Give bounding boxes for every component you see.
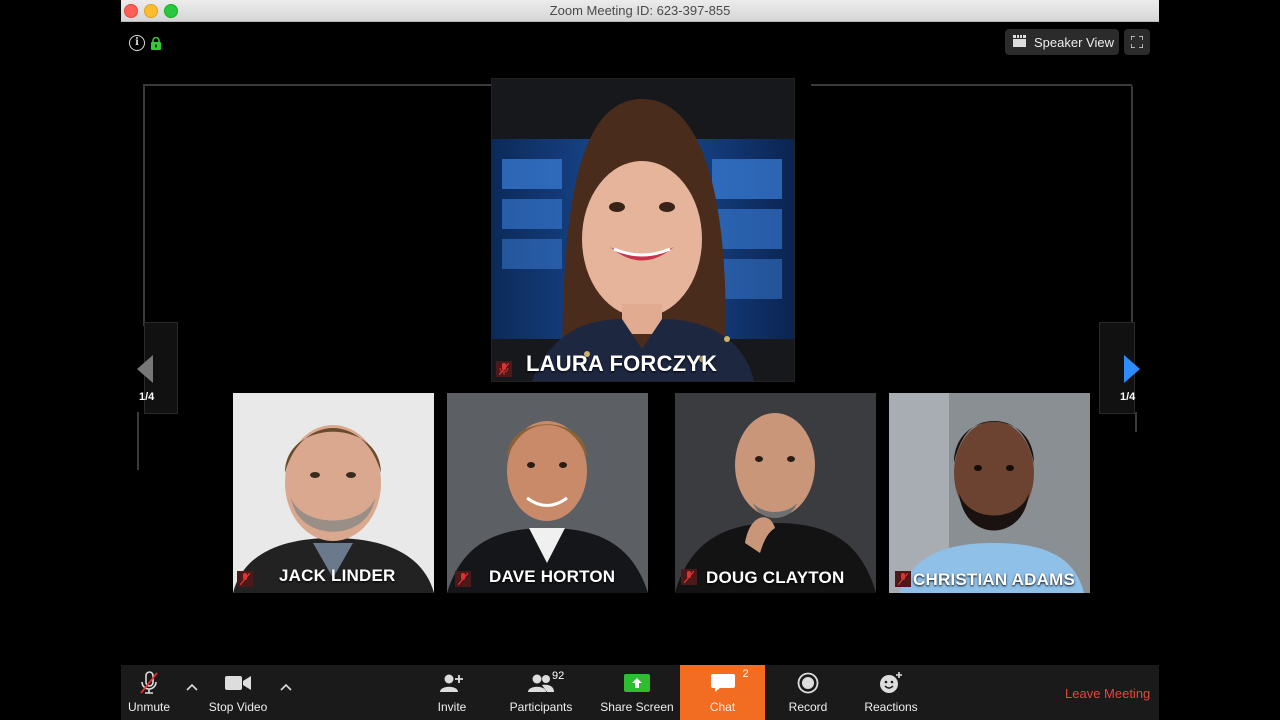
participants-icon: 92 — [528, 670, 564, 696]
unmute-label: Unmute — [127, 700, 171, 714]
record-icon — [797, 670, 819, 696]
invite-button[interactable]: Invite — [427, 665, 477, 720]
participant-video-2[interactable]: DAVE HORTON — [447, 393, 648, 593]
muted-mic-icon — [681, 569, 697, 585]
speaker-view-label: Speaker View — [1034, 34, 1114, 50]
frame-line — [143, 86, 145, 326]
title-bar: Zoom Meeting ID: 623-397-855 — [121, 0, 1159, 22]
participant-video-image — [447, 393, 648, 593]
stop-video-button[interactable]: Stop Video — [207, 665, 269, 720]
frame-line — [143, 84, 491, 86]
meeting-info-area: i — [129, 31, 161, 55]
frame-line — [137, 412, 139, 470]
speaker-video-image — [492, 79, 794, 381]
participant-video-image — [675, 393, 876, 593]
participant-name: DAVE HORTON — [489, 567, 616, 586]
frame-line — [1135, 412, 1137, 432]
share-screen-icon — [624, 670, 650, 696]
audio-options-chevron-icon[interactable] — [185, 681, 199, 695]
muted-mic-icon — [237, 571, 253, 587]
reactions-label: Reactions — [864, 700, 918, 714]
participant-video-3[interactable]: DOUG CLAYTON — [675, 393, 876, 593]
video-camera-icon — [225, 670, 251, 696]
participant-name: CHRISTIAN ADAMS — [913, 570, 1075, 589]
participant-video-4[interactable]: CHRISTIAN ADAMS — [889, 393, 1090, 593]
unmute-button[interactable]: Unmute — [121, 665, 177, 720]
info-icon[interactable]: i — [129, 35, 145, 51]
video-options-chevron-icon[interactable] — [279, 681, 293, 695]
participant-name: JACK LINDER — [279, 566, 396, 585]
fullscreen-button[interactable] — [1124, 29, 1150, 55]
chat-button[interactable]: 2 Chat — [680, 665, 765, 720]
speaker-view-icon — [1013, 34, 1026, 50]
record-label: Record — [788, 700, 828, 714]
reactions-button[interactable]: Reactions — [861, 665, 921, 720]
window-title: Zoom Meeting ID: 623-397-855 — [549, 3, 731, 18]
fullscreen-icon — [1131, 36, 1143, 48]
page-indicator-right: 1/4 — [1120, 391, 1136, 403]
muted-mic-icon — [455, 571, 471, 587]
zoom-window: Zoom Meeting ID: 623-397-855 i Speaker V… — [121, 0, 1159, 720]
participant-video-image — [889, 393, 1090, 593]
stop-video-label: Stop Video — [208, 700, 268, 714]
previous-page-button[interactable]: 1/4 — [137, 322, 178, 414]
participants-button[interactable]: 92 Participants — [505, 665, 577, 720]
chat-bubble-icon: 2 — [710, 668, 749, 696]
muted-mic-icon — [139, 670, 159, 696]
page-indicator-left: 1/4 — [139, 391, 155, 403]
next-page-button[interactable]: 1/4 — [1099, 322, 1140, 414]
muted-mic-icon — [895, 571, 911, 587]
main-speaker-video[interactable]: LAURA FORCZYK — [491, 78, 795, 382]
share-screen-label: Share Screen — [600, 700, 674, 714]
share-screen-button[interactable]: Share Screen — [597, 665, 677, 720]
frame-line — [811, 84, 1132, 86]
emoji-reaction-icon — [879, 670, 903, 696]
invite-label: Invite — [437, 700, 467, 714]
participant-video-1[interactable]: JACK LINDER — [233, 393, 434, 593]
encryption-lock-icon[interactable] — [151, 36, 161, 50]
record-button[interactable]: Record — [783, 665, 833, 720]
muted-mic-icon — [496, 361, 512, 377]
frame-line — [1131, 86, 1133, 326]
leave-meeting-button[interactable]: Leave Meeting — [1065, 686, 1150, 701]
speaker-view-button[interactable]: Speaker View — [1005, 29, 1119, 55]
chat-unread-count: 2 — [742, 668, 749, 680]
add-person-icon — [440, 670, 464, 696]
participant-video-image — [233, 393, 434, 593]
meeting-toolbar: Unmute Stop Video Invite 92 Participants… — [121, 665, 1159, 720]
participants-label: Participants — [509, 700, 573, 714]
participants-count: 92 — [552, 670, 565, 682]
participant-name: DOUG CLAYTON — [706, 568, 845, 587]
chevron-right-icon — [1124, 355, 1140, 383]
chevron-left-icon — [137, 355, 153, 383]
main-speaker-name: LAURA FORCZYK — [526, 351, 718, 376]
chat-label: Chat — [709, 700, 736, 714]
